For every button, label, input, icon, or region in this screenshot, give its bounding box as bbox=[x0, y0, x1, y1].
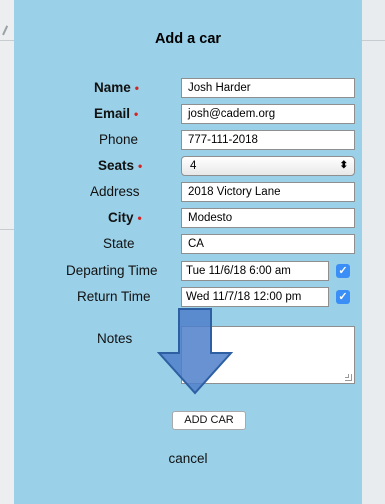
phone-label: Phone bbox=[99, 132, 139, 147]
modal-title: Add a car bbox=[154, 31, 222, 47]
address-row: Address 2018 Victory Lane bbox=[14, 182, 362, 202]
background-divider bbox=[0, 229, 14, 230]
return-time-input[interactable]: Wed 11/7/18 12:00 pm bbox=[181, 287, 329, 307]
email-input[interactable]: josh@cadem.org bbox=[181, 104, 355, 124]
address-input[interactable]: 2018 Victory Lane bbox=[181, 182, 355, 202]
name-label: Name • bbox=[94, 78, 139, 98]
required-marker: • bbox=[138, 159, 143, 173]
down-arrow-icon bbox=[157, 308, 233, 395]
email-label-text: Email bbox=[94, 106, 131, 121]
background-divider bbox=[362, 40, 385, 41]
add-car-modal: Add a car Name • Josh Harder Email • josh@… bbox=[14, 0, 362, 504]
seats-label-text: Seats bbox=[98, 158, 135, 173]
checkmark-icon: ✓ bbox=[338, 265, 348, 277]
checkmark-icon: ✓ bbox=[338, 291, 348, 303]
notes-label: Notes bbox=[97, 331, 133, 346]
departing-time-row: Departing Time Tue 11/6/18 6:00 am ✓ bbox=[14, 261, 362, 281]
required-marker: • bbox=[137, 211, 142, 225]
resize-grip-icon[interactable] bbox=[345, 374, 352, 381]
updown-chevron-icon: ⬍ bbox=[339, 160, 348, 171]
departing-time-checkbox[interactable]: ✓ bbox=[336, 264, 350, 278]
email-label: Email • bbox=[94, 104, 138, 124]
seats-row: Seats • 4 ⬍ bbox=[14, 156, 362, 176]
background-page-left bbox=[0, 0, 14, 504]
state-input[interactable]: CA bbox=[181, 234, 355, 254]
email-row: Email • josh@cadem.org bbox=[14, 104, 362, 124]
seats-label: Seats • bbox=[98, 156, 142, 176]
seats-selected-value: 4 bbox=[190, 160, 197, 172]
add-car-button[interactable]: ADD CAR bbox=[172, 411, 246, 430]
name-label-text: Name bbox=[94, 80, 131, 95]
background-page-right bbox=[362, 0, 385, 504]
phone-input[interactable]: 777-111-2018 bbox=[181, 130, 355, 150]
departing-time-label: Departing Time bbox=[66, 263, 158, 278]
return-time-checkbox[interactable]: ✓ bbox=[336, 290, 350, 304]
phone-row: Phone 777-111-2018 bbox=[14, 130, 362, 150]
required-marker: • bbox=[134, 81, 139, 95]
city-label: City • bbox=[108, 208, 142, 228]
name-input[interactable]: Josh Harder bbox=[181, 78, 355, 98]
background-divider bbox=[0, 40, 14, 41]
state-label: State bbox=[103, 236, 135, 251]
state-row: State CA bbox=[14, 234, 362, 254]
departing-time-input[interactable]: Tue 11/6/18 6:00 am bbox=[181, 261, 329, 281]
city-row: City • Modesto bbox=[14, 208, 362, 228]
required-marker: • bbox=[134, 107, 139, 121]
city-label-text: City bbox=[108, 210, 134, 225]
cancel-link[interactable]: cancel bbox=[14, 451, 362, 466]
city-input[interactable]: Modesto bbox=[181, 208, 355, 228]
seats-select[interactable]: 4 ⬍ bbox=[181, 156, 355, 176]
return-time-label: Return Time bbox=[77, 289, 151, 304]
address-label: Address bbox=[90, 184, 140, 199]
return-time-row: Return Time Wed 11/7/18 12:00 pm ✓ bbox=[14, 287, 362, 307]
name-row: Name • Josh Harder bbox=[14, 78, 362, 98]
